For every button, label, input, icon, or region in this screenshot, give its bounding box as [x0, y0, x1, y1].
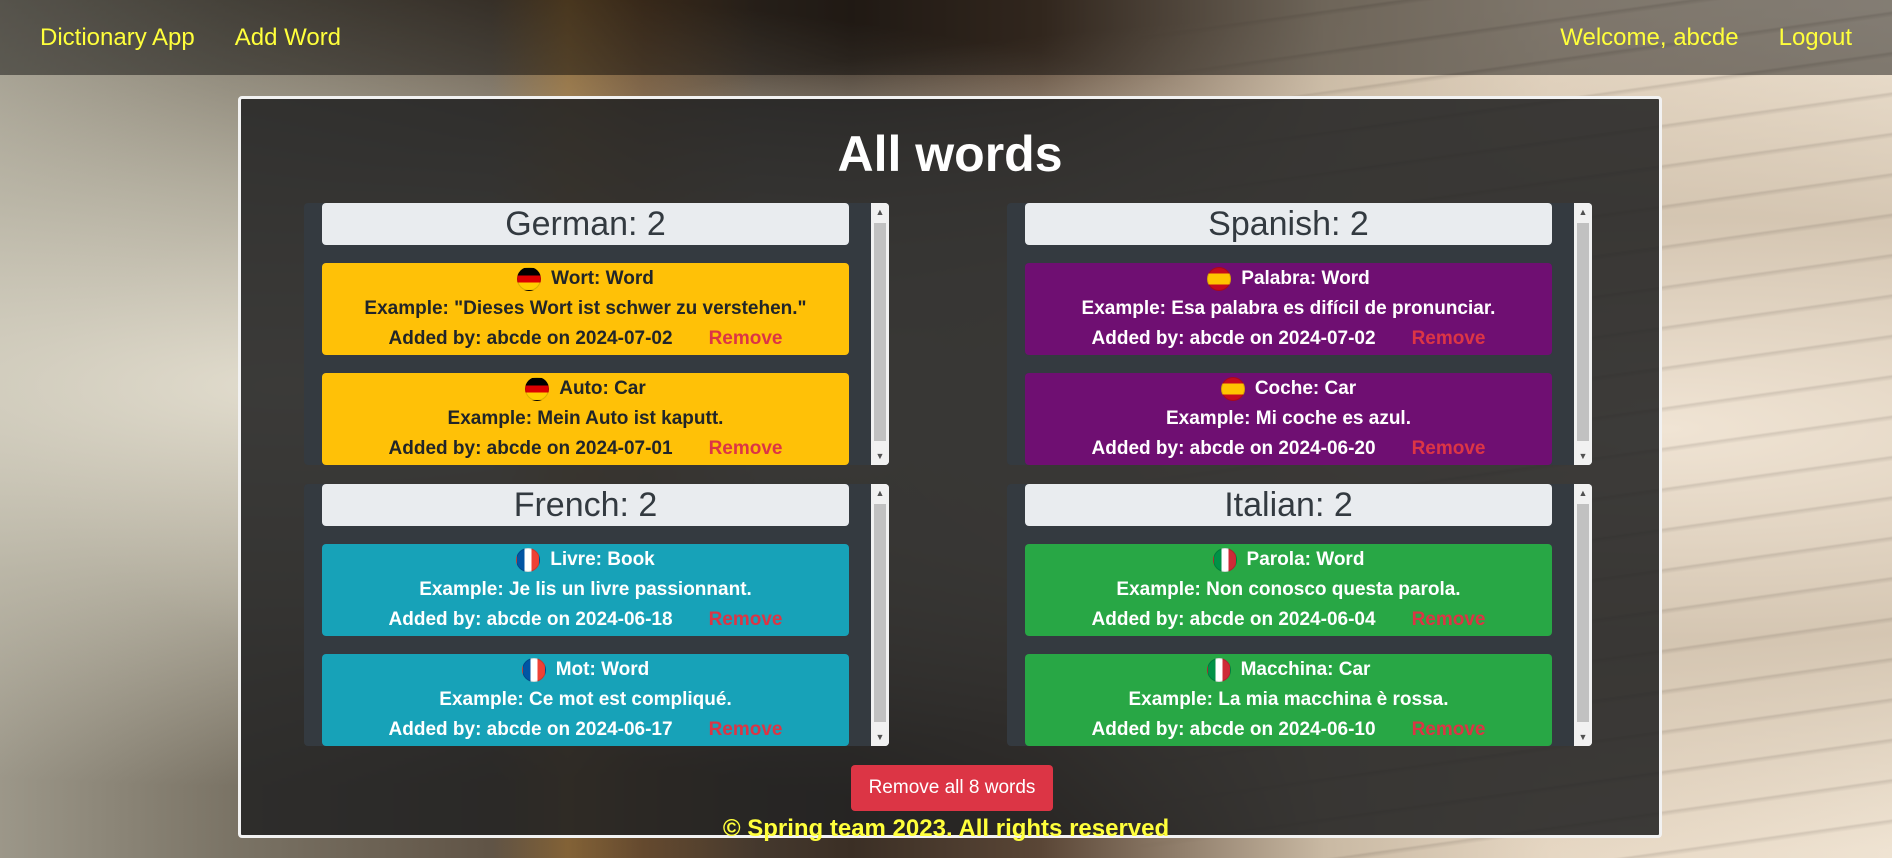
word-added-by: Added by: abcde on 2024-06-18 [388, 609, 673, 630]
logout-link[interactable]: Logout [1779, 24, 1852, 52]
word-card: Coche: Car Example: Mi coche es azul. Ad… [1025, 373, 1552, 465]
add-word-link[interactable]: Add Word [235, 24, 341, 52]
words-panel: All words German: 2 Wort: Word Example: … [238, 96, 1662, 838]
word-card: Parola: Word Example: Non conosco questa… [1025, 544, 1552, 636]
language-header: French: 2 [322, 484, 849, 526]
word-title: Livre: Book [550, 549, 655, 570]
navbar: Dictionary App Add Word Welcome, abcde L… [0, 0, 1892, 75]
language-header: Italian: 2 [1025, 484, 1552, 526]
scroll-up-arrow-icon[interactable]: ▲ [1574, 484, 1592, 502]
word-title: Mot: Word [555, 659, 650, 680]
italy-flag-icon [1206, 658, 1231, 682]
remove-all-button[interactable]: Remove all 8 words [851, 765, 1053, 811]
germany-flag-icon [525, 377, 550, 401]
word-added-by: Added by: abcde on 2024-07-02 [388, 328, 673, 349]
word-added-by: Added by: abcde on 2024-07-01 [388, 438, 673, 459]
word-example: Example: Mi coche es azul. [1166, 408, 1411, 429]
welcome-user-link[interactable]: Welcome, abcde [1560, 24, 1738, 52]
language-box-german: German: 2 Wort: Word Example: "Dieses Wo… [304, 203, 889, 465]
scroll-up-arrow-icon[interactable]: ▲ [871, 484, 889, 502]
france-flag-icon [516, 548, 541, 572]
word-card: Macchina: Car Example: La mia macchina è… [1025, 654, 1552, 746]
word-example: Example: Je lis un livre passionnant. [419, 579, 752, 600]
word-card: Wort: Word Example: "Dieses Wort ist sch… [322, 263, 849, 355]
scroll-down-arrow-icon[interactable]: ▼ [1574, 728, 1592, 746]
word-added-by: Added by: abcde on 2024-06-20 [1091, 438, 1376, 459]
footer-copyright: © Spring team 2023. All rights reserved [722, 815, 1170, 842]
language-list-spanish: Spanish: 2 Palabra: Word Example: Esa pa… [1025, 203, 1552, 465]
remove-word-link[interactable]: Remove [709, 324, 783, 354]
scroll-down-arrow-icon[interactable]: ▼ [1574, 447, 1592, 465]
scrollbar-thumb[interactable] [874, 223, 886, 441]
nav-right: Welcome, abcde Logout [1560, 24, 1852, 52]
word-card: Auto: Car Example: Mein Auto ist kaputt.… [322, 373, 849, 465]
language-header: Spanish: 2 [1025, 203, 1552, 245]
word-card: Livre: Book Example: Je lis un livre pas… [322, 544, 849, 636]
scrollbar[interactable]: ▲ ▼ [1574, 484, 1592, 746]
scrollbar[interactable]: ▲ ▼ [871, 203, 889, 465]
word-added-by: Added by: abcde on 2024-06-04 [1091, 609, 1376, 630]
remove-word-link[interactable]: Remove [709, 434, 783, 464]
word-title: Coche: Car [1254, 378, 1357, 399]
word-added-by: Added by: abcde on 2024-06-17 [388, 719, 673, 740]
language-header: German: 2 [322, 203, 849, 245]
word-added-by: Added by: abcde on 2024-07-02 [1091, 328, 1376, 349]
language-box-italian: Italian: 2 Parola: Word Example: Non con… [1007, 484, 1592, 746]
word-example: Example: Esa palabra es difícil de pronu… [1081, 298, 1496, 319]
page-title: All words [837, 126, 1063, 182]
word-example: Example: Ce mot est compliqué. [439, 689, 732, 710]
spain-flag-icon [1207, 267, 1232, 291]
spain-flag-icon [1220, 377, 1245, 401]
remove-word-link[interactable]: Remove [1412, 715, 1486, 745]
word-title: Wort: Word [551, 268, 654, 289]
scrollbar-thumb[interactable] [1577, 504, 1589, 722]
scroll-down-arrow-icon[interactable]: ▼ [871, 447, 889, 465]
word-title: Palabra: Word [1241, 268, 1370, 289]
language-box-french: French: 2 Livre: Book Example: Je lis un… [304, 484, 889, 746]
word-example: Example: La mia macchina è rossa. [1128, 689, 1449, 710]
word-title: Parola: Word [1246, 549, 1365, 570]
word-example: Example: Mein Auto ist kaputt. [447, 408, 724, 429]
language-box-spanish: Spanish: 2 Palabra: Word Example: Esa pa… [1007, 203, 1592, 465]
word-title: Macchina: Car [1240, 659, 1371, 680]
scroll-up-arrow-icon[interactable]: ▲ [1574, 203, 1592, 221]
word-example: Example: "Dieses Wort ist schwer zu vers… [364, 298, 807, 319]
word-added-by: Added by: abcde on 2024-06-10 [1091, 719, 1376, 740]
remove-word-link[interactable]: Remove [709, 605, 783, 635]
language-list-french: French: 2 Livre: Book Example: Je lis un… [322, 484, 849, 746]
scrollbar[interactable]: ▲ ▼ [871, 484, 889, 746]
brand-link[interactable]: Dictionary App [40, 24, 195, 52]
scroll-up-arrow-icon[interactable]: ▲ [871, 203, 889, 221]
word-card: Mot: Word Example: Ce mot est compliqué.… [322, 654, 849, 746]
scroll-down-arrow-icon[interactable]: ▼ [871, 728, 889, 746]
remove-word-link[interactable]: Remove [709, 715, 783, 745]
france-flag-icon [521, 658, 546, 682]
word-example: Example: Non conosco questa parola. [1116, 579, 1461, 600]
scrollbar[interactable]: ▲ ▼ [1574, 203, 1592, 465]
word-card: Palabra: Word Example: Esa palabra es di… [1025, 263, 1552, 355]
language-list-german: German: 2 Wort: Word Example: "Dieses Wo… [322, 203, 849, 465]
word-title: Auto: Car [559, 378, 646, 399]
remove-word-link[interactable]: Remove [1412, 324, 1486, 354]
language-list-italian: Italian: 2 Parola: Word Example: Non con… [1025, 484, 1552, 746]
remove-word-link[interactable]: Remove [1412, 605, 1486, 635]
remove-word-link[interactable]: Remove [1412, 434, 1486, 464]
scrollbar-thumb[interactable] [1577, 223, 1589, 441]
italy-flag-icon [1212, 548, 1237, 572]
nav-left: Dictionary App Add Word [40, 24, 341, 52]
scrollbar-thumb[interactable] [874, 504, 886, 722]
germany-flag-icon [517, 267, 542, 291]
